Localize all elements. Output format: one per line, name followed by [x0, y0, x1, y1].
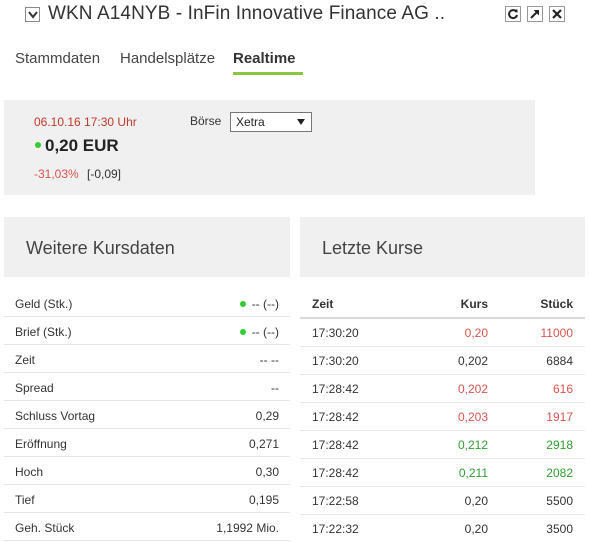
live-status-dot	[35, 142, 41, 148]
table-row: 17:28:42 0,203 1917	[300, 403, 585, 431]
trade-time: 17:28:42	[312, 438, 359, 452]
table-row: 17:28:42 0,202 616	[300, 375, 585, 403]
table-row: 17:22:32 0,20 3500	[300, 515, 585, 542]
kursdaten-label: Spread	[15, 381, 54, 395]
trade-time: 17:28:42	[312, 466, 359, 480]
trade-price: 0,211	[458, 466, 488, 480]
close-icon[interactable]	[549, 6, 565, 22]
column-header-kurs[interactable]: Kurs	[461, 297, 488, 311]
kursdaten-value: 0,30	[255, 465, 279, 479]
kursdaten-row-spread: Spread --	[4, 373, 290, 401]
table-row: 17:30:20 0,20 11000	[300, 319, 585, 347]
kursdaten-label: Zeit	[15, 353, 36, 367]
kursdaten-value: 0,271	[248, 437, 279, 451]
kursdaten-value: -- (--)	[239, 325, 279, 339]
live-dot	[239, 301, 246, 307]
kursdaten-label: Schluss Vortag	[15, 409, 96, 423]
trade-volume: 2918	[546, 438, 573, 452]
kursdaten-value: 0,29	[255, 409, 279, 423]
column-header-stueck[interactable]: Stück	[540, 297, 573, 311]
chevron-down-icon[interactable]	[25, 7, 40, 22]
window-title: WKN A14NYB - InFin Innovative Finance AG…	[48, 3, 446, 24]
kursdaten-label: Hoch	[15, 465, 44, 479]
table-row: 17:28:42 0,211 2082	[300, 459, 585, 487]
table-row: 17:30:20 0,202 6884	[300, 347, 585, 375]
trade-price: 0,20	[464, 326, 488, 340]
exchange-label: Börse	[190, 114, 222, 128]
refresh-icon[interactable]	[505, 6, 521, 22]
kursdaten-label: Brief (Stk.)	[15, 325, 72, 339]
kursdaten-row-tief: Tief 0,195	[4, 485, 290, 513]
tab-handelsplaetze[interactable]: Handelsplätze	[120, 50, 215, 67]
trade-time: 17:28:42	[312, 382, 359, 396]
price-change-percent: -31,03%	[34, 167, 79, 181]
table-header: Zeit Kurs Stück	[300, 289, 585, 319]
trade-price: 0,212	[457, 438, 488, 452]
kursdaten-label: Geld (Stk.)	[15, 297, 73, 311]
tab-bar: Stammdaten Handelsplätze Realtime	[0, 38, 589, 77]
trade-time: 17:28:42	[312, 410, 359, 424]
trade-price: 0,202	[457, 382, 488, 396]
trade-volume: 3500	[546, 522, 573, 536]
table-row: 17:28:42 0,212 2918	[300, 431, 585, 459]
trade-volume: 6884	[546, 354, 573, 368]
letzte-kurse-rows: 17:30:20 0,20 11000 17:30:20 0,202 6884 17:28:…	[300, 319, 585, 542]
kursdaten-value: -- (--)	[239, 297, 279, 311]
popout-arrow-icon[interactable]	[527, 6, 543, 22]
trade-time: 17:22:32	[312, 522, 359, 536]
trade-time: 17:30:20	[312, 326, 359, 340]
dropdown-arrow-icon	[297, 119, 305, 125]
letzte-kurse-panel-header: Letzte Kurse	[300, 217, 585, 277]
title-bar: WKN A14NYB - InFin Innovative Finance AG…	[0, 0, 589, 30]
exchange-select-value: Xetra	[236, 115, 265, 129]
kursdaten-row-geh-stueck: Geh. Stück 1,1992 Mio.	[4, 513, 290, 541]
kursdaten-row-schluss-vortag: Schluss Vortag 0,29	[4, 401, 290, 429]
current-price: 0,20 EUR	[45, 136, 119, 155]
kursdaten-label: Geh. Stück	[15, 521, 75, 535]
trade-volume: 5500	[546, 494, 573, 508]
kursdaten-row-eroeffnung: Eröffnung 0,271	[4, 429, 290, 457]
trade-price: 0,202	[457, 354, 488, 368]
active-tab-indicator	[233, 72, 303, 75]
kursdaten-row-brief: Brief (Stk.) -- (--)	[4, 317, 290, 345]
tab-stammdaten[interactable]: Stammdaten	[15, 50, 100, 67]
letzte-kurse-table: Zeit Kurs Stück 17:30:20 0,20 11000 17:30:2…	[300, 289, 585, 542]
kursdaten-value: 0,195	[248, 493, 279, 507]
trade-volume: 616	[552, 382, 573, 396]
kursdaten-row-hoch: Hoch 0,30	[4, 457, 290, 485]
trade-price: 0,203	[457, 410, 488, 424]
table-row: 17:22:58 0,20 5500	[300, 487, 585, 515]
kursdaten-row-geld: Geld (Stk.) -- (--)	[4, 289, 290, 317]
column-header-zeit[interactable]: Zeit	[312, 297, 333, 311]
quote-box: 06.10.16 17:30 Uhr Börse Xetra 0,20 EUR …	[4, 100, 535, 195]
kursdaten-value: -- --	[259, 353, 279, 367]
letzte-kurse-title: Letzte Kurse	[322, 238, 424, 258]
kursdaten-panel-header: Weitere Kursdaten	[4, 217, 290, 277]
trade-price: 0,20	[464, 522, 488, 536]
trade-volume: 11000	[540, 326, 573, 340]
tab-realtime[interactable]: Realtime	[233, 50, 296, 67]
brief-value: -- (--)	[251, 325, 279, 339]
trade-price: 0,20	[464, 494, 488, 508]
kursdaten-label: Eröffnung	[15, 437, 67, 451]
kursdaten-value: 1,1992 Mio.	[216, 521, 279, 535]
geld-value: -- (--)	[251, 297, 279, 311]
quote-datetime: 06.10.16 17:30 Uhr	[34, 115, 137, 129]
trade-volume: 1917	[546, 410, 573, 424]
kursdaten-value: --	[271, 381, 279, 395]
kursdaten-title: Weitere Kursdaten	[26, 238, 175, 258]
live-dot	[239, 329, 246, 335]
trade-time: 17:22:58	[312, 494, 359, 508]
trade-time: 17:30:20	[312, 354, 359, 368]
kursdaten-row-zeit: Zeit -- --	[4, 345, 290, 373]
price-change-absolute: [-0,09]	[87, 167, 122, 181]
exchange-select[interactable]: Xetra	[230, 112, 312, 132]
trade-volume: 2082	[546, 466, 573, 480]
kursdaten-table: Geld (Stk.) -- (--) Brief (Stk.) -- (--)…	[4, 289, 290, 541]
kursdaten-label: Tief	[15, 493, 35, 507]
